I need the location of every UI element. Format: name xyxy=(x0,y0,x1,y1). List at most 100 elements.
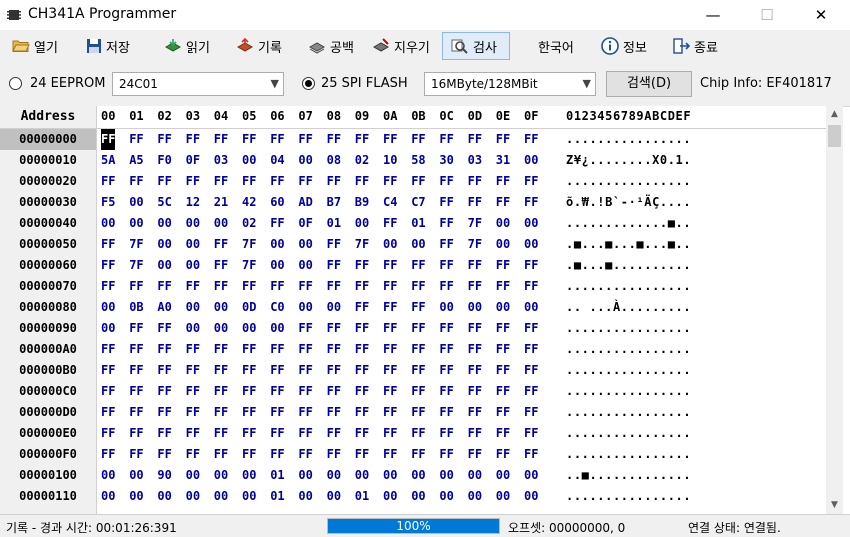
hex-byte-cell[interactable]: FF xyxy=(496,129,510,150)
hex-byte-cell[interactable]: FF xyxy=(383,129,397,150)
hex-byte-cell[interactable]: 01 xyxy=(270,486,284,507)
hex-byte-cell[interactable]: FF xyxy=(411,339,425,360)
ascii-row[interactable]: ................ xyxy=(566,318,691,339)
ascii-row[interactable]: õ.₩.!B`-·¹ÄÇ.... xyxy=(566,192,691,213)
hex-byte-cell[interactable]: FF xyxy=(439,276,453,297)
hex-byte-cell[interactable]: FF xyxy=(242,276,256,297)
hex-byte-cell[interactable]: 00 xyxy=(101,297,115,318)
hex-byte-cell[interactable]: FF xyxy=(496,318,510,339)
hex-byte-cell[interactable]: 00 xyxy=(524,297,538,318)
hex-byte-cell[interactable]: FF xyxy=(157,318,171,339)
hex-byte-cell[interactable]: 00 xyxy=(524,150,538,171)
hex-byte-cell[interactable]: FF xyxy=(129,423,143,444)
hex-byte-cell[interactable]: 00 xyxy=(186,486,200,507)
hex-byte-cell[interactable]: FF xyxy=(214,339,228,360)
hex-byte-cell[interactable]: 12 xyxy=(186,192,200,213)
hex-byte-cell[interactable]: FF xyxy=(383,381,397,402)
hex-byte-cell[interactable]: 00 xyxy=(129,213,143,234)
hex-byte-cell[interactable]: FF xyxy=(355,318,369,339)
hex-byte-cell[interactable]: FF xyxy=(242,339,256,360)
hex-byte-cell[interactable]: FF xyxy=(186,360,200,381)
hex-byte-cell[interactable]: 00 xyxy=(298,465,312,486)
open-button[interactable]: 열기 xyxy=(12,32,58,60)
ascii-row[interactable]: .■...■.......... xyxy=(566,255,691,276)
hex-byte-cell[interactable]: 00 xyxy=(298,255,312,276)
ascii-row[interactable]: ................ xyxy=(566,339,691,360)
hex-byte-cell[interactable]: FF xyxy=(439,234,453,255)
hex-byte-cell[interactable]: FF xyxy=(524,444,538,465)
hex-byte-cell[interactable]: FF xyxy=(411,381,425,402)
hex-byte-cell[interactable]: 00 xyxy=(186,318,200,339)
hex-byte-cell[interactable]: 21 xyxy=(214,192,228,213)
hex-byte-cell[interactable]: 08 xyxy=(327,150,341,171)
hex-byte-cell[interactable]: FF xyxy=(439,423,453,444)
hex-byte-cell[interactable]: 0F xyxy=(186,150,200,171)
hex-byte-cell[interactable]: FF xyxy=(214,444,228,465)
hex-byte-cell[interactable]: FF xyxy=(298,444,312,465)
hex-byte-cell[interactable]: 7F xyxy=(468,213,482,234)
hex-byte-cell[interactable]: FF xyxy=(129,318,143,339)
hex-byte-cell[interactable]: A0 xyxy=(157,297,171,318)
hex-byte-cell[interactable]: FF xyxy=(496,171,510,192)
hex-byte-cell[interactable]: 00 xyxy=(298,486,312,507)
hex-byte-cell[interactable]: FF xyxy=(327,234,341,255)
verify-button[interactable]: 검사 xyxy=(442,32,510,60)
blank-check-button[interactable]: 공백 xyxy=(308,32,354,60)
hex-byte-cell[interactable]: FF xyxy=(383,444,397,465)
hex-byte-cell[interactable]: FF xyxy=(214,381,228,402)
hex-byte-cell[interactable]: 00 xyxy=(214,297,228,318)
hex-byte-cell[interactable]: C4 xyxy=(383,192,397,213)
hex-byte-cell[interactable]: FF xyxy=(439,255,453,276)
ascii-row[interactable]: Z¥¿........X0.1. xyxy=(566,150,691,171)
close-button[interactable]: ✕ xyxy=(798,0,844,30)
detect-button[interactable]: 검색(D) xyxy=(606,71,692,97)
hex-byte-cell[interactable]: 00 xyxy=(468,297,482,318)
hex-byte-cell[interactable]: FF xyxy=(129,444,143,465)
hex-byte-cell[interactable]: FF xyxy=(355,297,369,318)
hex-byte-cell[interactable]: FF xyxy=(129,339,143,360)
hex-byte-cell[interactable]: 5C xyxy=(157,192,171,213)
hex-byte-cell[interactable]: FF xyxy=(186,276,200,297)
hex-byte-cell[interactable]: 04 xyxy=(270,150,284,171)
scroll-down-icon[interactable]: ▼ xyxy=(826,497,843,514)
hex-byte-cell[interactable]: FF xyxy=(468,318,482,339)
ascii-row[interactable]: .............■.. xyxy=(566,213,691,234)
hex-byte-cell[interactable]: 10 xyxy=(383,150,397,171)
hex-byte-cell[interactable]: 60 xyxy=(270,192,284,213)
hex-byte-cell[interactable]: 01 xyxy=(355,486,369,507)
hex-byte-cell[interactable]: FF xyxy=(468,192,482,213)
hex-byte-cell[interactable]: FF xyxy=(270,360,284,381)
ascii-row[interactable]: ................ xyxy=(566,360,691,381)
hex-byte-cell[interactable]: 00 xyxy=(129,192,143,213)
hex-byte-cell[interactable]: FF xyxy=(214,171,228,192)
hex-byte-cell[interactable]: FF xyxy=(496,360,510,381)
hex-byte-cell[interactable]: FF xyxy=(355,255,369,276)
hex-byte-cell[interactable]: FF xyxy=(298,129,312,150)
hex-byte-cell[interactable]: FF xyxy=(468,402,482,423)
hex-byte-cell[interactable]: C0 xyxy=(270,297,284,318)
hex-byte-cell[interactable]: FF xyxy=(327,339,341,360)
hex-byte-cell[interactable]: 00 xyxy=(327,465,341,486)
hex-byte-cell[interactable]: 00 xyxy=(186,465,200,486)
hex-byte-cell[interactable]: FF xyxy=(439,171,453,192)
hex-byte-cell[interactable]: FF xyxy=(242,171,256,192)
hex-byte-cell[interactable]: FF xyxy=(411,276,425,297)
language-button[interactable]: 한국어 xyxy=(538,32,574,60)
hex-byte-cell[interactable]: FF xyxy=(524,255,538,276)
hex-byte-cell[interactable]: FF xyxy=(298,171,312,192)
hex-byte-cell[interactable]: 0B xyxy=(129,297,143,318)
ascii-row[interactable]: ................ xyxy=(566,402,691,423)
hex-byte-cell[interactable]: FF xyxy=(214,360,228,381)
hex-byte-cell[interactable]: FF xyxy=(129,129,143,150)
hex-byte-cell[interactable]: 00 xyxy=(524,486,538,507)
hex-byte-cell[interactable]: 01 xyxy=(270,465,284,486)
hex-byte-cell[interactable]: FF xyxy=(327,423,341,444)
hex-byte-cell[interactable]: FF xyxy=(496,423,510,444)
hex-byte-cell[interactable]: FF xyxy=(496,276,510,297)
ascii-row[interactable]: ................ xyxy=(566,423,691,444)
ascii-row[interactable]: ..■............. xyxy=(566,465,691,486)
hex-byte-cell[interactable]: 00 xyxy=(186,234,200,255)
ascii-row[interactable]: ................ xyxy=(566,381,691,402)
hex-byte-cell[interactable]: 7F xyxy=(129,234,143,255)
hex-byte-cell[interactable]: FF xyxy=(101,171,115,192)
